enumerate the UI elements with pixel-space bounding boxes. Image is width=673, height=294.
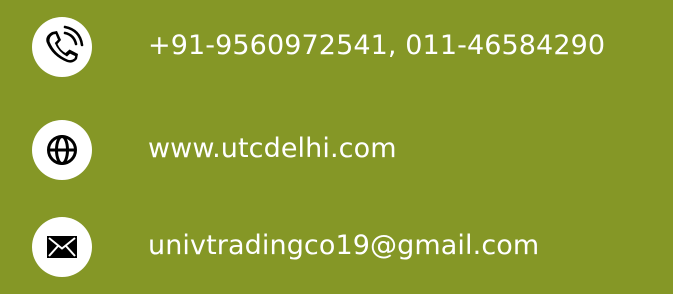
phone-number-text: +91-9560972541, 011-46584290 <box>148 30 606 61</box>
contact-row-phone: +91-9560972541, 011-46584290 <box>0 8 673 88</box>
phone-icon <box>32 17 92 77</box>
contact-row-website: www.utcdelhi.com <box>0 111 673 191</box>
envelope-icon <box>32 217 92 277</box>
email-link[interactable]: univtradingco19@gmail.com <box>148 228 539 264</box>
globe-icon <box>32 120 92 180</box>
contact-row-email: univtradingco19@gmail.com <box>0 208 673 288</box>
website-link[interactable]: www.utcdelhi.com <box>148 131 397 167</box>
